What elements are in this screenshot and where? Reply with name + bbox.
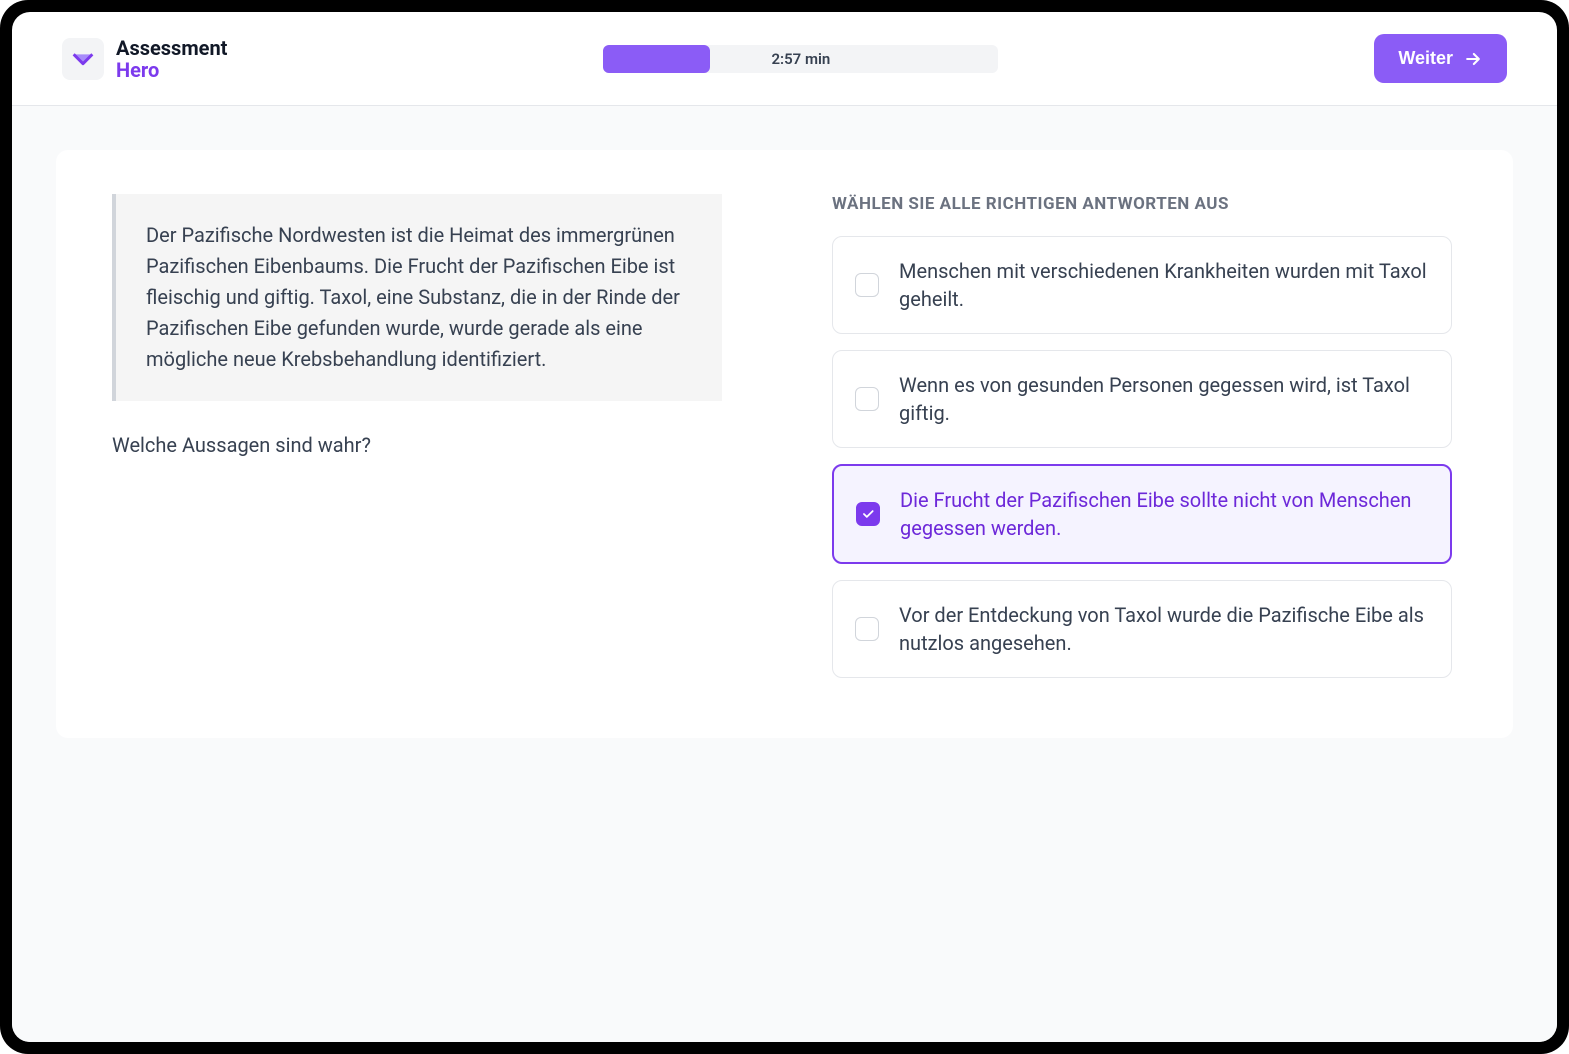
question-prompt: Welche Aussagen sind wahr? bbox=[112, 433, 722, 457]
checkbox-icon bbox=[855, 617, 879, 641]
timer-text: 2:57 min bbox=[771, 50, 830, 68]
option-text: Vor der Entdeckung von Taxol wurde die P… bbox=[899, 601, 1429, 657]
passage-text: Der Pazifische Nordwesten ist die Heimat… bbox=[112, 194, 722, 401]
answer-option-3[interactable]: Die Frucht der Pazifischen Eibe sollte n… bbox=[832, 464, 1452, 564]
arrow-right-icon bbox=[1463, 49, 1483, 69]
logo-text-line2: Hero bbox=[116, 59, 227, 81]
check-icon bbox=[861, 507, 875, 521]
next-button-label: Weiter bbox=[1398, 48, 1453, 69]
answer-option-2[interactable]: Wenn es von gesunden Personen gegessen w… bbox=[832, 350, 1452, 448]
option-text: Menschen mit verschiedenen Krankheiten w… bbox=[899, 257, 1429, 313]
answer-option-4[interactable]: Vor der Entdeckung von Taxol wurde die P… bbox=[832, 580, 1452, 678]
question-column: Der Pazifische Nordwesten ist die Heimat… bbox=[112, 194, 722, 694]
checkbox-icon bbox=[856, 502, 880, 526]
content-area: Der Pazifische Nordwesten ist die Heimat… bbox=[12, 106, 1557, 1042]
header: Assessment Hero 2:57 min Weiter bbox=[12, 12, 1557, 106]
answer-option-1[interactable]: Menschen mit verschiedenen Krankheiten w… bbox=[832, 236, 1452, 334]
question-card: Der Pazifische Nordwesten ist die Heimat… bbox=[56, 150, 1513, 738]
logo-text-line1: Assessment bbox=[116, 37, 227, 59]
logo: Assessment Hero bbox=[62, 37, 227, 81]
progress-fill bbox=[603, 45, 710, 73]
next-button[interactable]: Weiter bbox=[1374, 34, 1507, 83]
answers-column: WÄHLEN SIE ALLE RICHTIGEN ANTWORTEN AUS … bbox=[832, 194, 1452, 694]
logo-icon bbox=[62, 38, 104, 80]
instruction-label: WÄHLEN SIE ALLE RICHTIGEN ANTWORTEN AUS bbox=[832, 194, 1452, 214]
checkbox-icon bbox=[855, 273, 879, 297]
progress-bar: 2:57 min bbox=[603, 45, 998, 73]
option-text: Wenn es von gesunden Personen gegessen w… bbox=[899, 371, 1429, 427]
checkbox-icon bbox=[855, 387, 879, 411]
option-text: Die Frucht der Pazifischen Eibe sollte n… bbox=[900, 486, 1428, 542]
